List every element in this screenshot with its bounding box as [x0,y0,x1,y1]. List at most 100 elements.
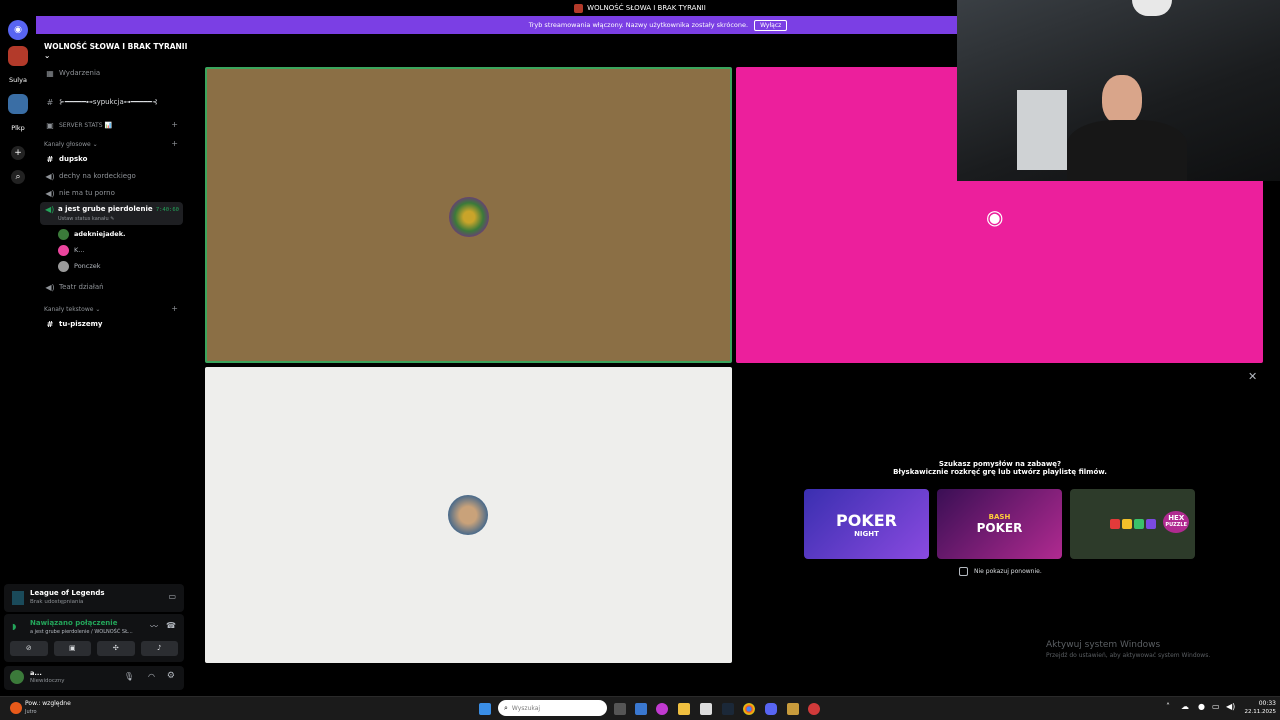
settings-gear-icon[interactable]: ⚙ [167,671,175,681]
channel-dupsko[interactable]: # dupsko [44,151,184,167]
activity-card-poker-night[interactable]: POKER NIGHT [804,489,929,559]
noise-suppression-icon[interactable]: 〰 [150,621,158,632]
copilot-icon[interactable] [635,703,647,715]
connection-detail[interactable]: a jest grube pierdolenie / WOLNOŚĆ SŁ... [30,629,133,635]
search-box[interactable]: ⌕ Wyszukaj [498,700,607,716]
voice-connection-panel: ◗ Nawiązano połączenie a jest grube pier… [4,614,184,662]
channel-sypukcja[interactable]: # ⊱━━━━━⊷sypukcja⊶━━━━━⊰ [44,94,184,110]
stage-icon: ◀) [45,282,55,292]
voice-member[interactable]: Ponczek [58,259,101,273]
weather-text[interactable]: Pow.: względne [25,700,71,707]
add-text-channel-icon[interactable]: + [171,304,178,313]
file-explorer-icon[interactable] [678,703,690,715]
voice-member[interactable]: K... [58,243,84,257]
server-icon-sulya[interactable] [8,46,28,66]
activities-icon[interactable]: ✣ [97,641,135,656]
riot-icon[interactable] [808,703,820,715]
soundboard-icon[interactable]: ♪ [140,641,178,656]
league-icon[interactable] [787,703,799,715]
game-icon [12,591,24,605]
discord-taskbar-icon[interactable] [765,703,777,715]
camera-off-icon[interactable]: ⊘ [10,641,48,656]
disable-streamer-button[interactable]: Wyłącz [754,19,788,31]
voice-category[interactable]: Kanały głosowe ⌄ [44,141,98,148]
avatar[interactable] [10,670,24,684]
dont-show-again[interactable]: Nie pokazuj ponownie. [959,567,1042,576]
task-view-icon[interactable] [614,703,626,715]
server-stats-category[interactable]: ▣ SERVER STATS 📊 [44,117,184,133]
chrome-icon[interactable] [743,703,755,715]
windows-taskbar: Pow.: względne Jutro ⌕ Wyszukaj ˄ ☁ ● ▭ … [0,696,1280,720]
explore-icon[interactable]: ⌕ [11,170,25,184]
signal-icon: ◗ [12,622,17,631]
voice-member[interactable]: adekniejadek. [58,227,126,241]
screen-share-icon[interactable]: ▣ [53,641,91,656]
banner-text: Tryb streamowania włączony. Nazwy użytko… [528,21,749,29]
activity-card-poker-bash[interactable]: BASH POKER [937,489,1062,559]
server-name-header[interactable]: WOLNOŚĆ SŁOWA I BRAK TYRANII ⌄ [44,42,188,60]
start-icon[interactable] [479,703,491,715]
ceiling-lamp [1132,0,1172,16]
stats-icon: ▣ [46,120,54,130]
channel-nie-ma-tu-porno[interactable]: ◀) nie ma tu porno [44,185,184,201]
weather-icon[interactable] [10,702,22,714]
steam-icon[interactable] [722,703,734,715]
clock-date[interactable]: 22.11.2025 [1234,709,1277,715]
display-icon[interactable]: ▭ [1212,702,1220,711]
store-icon[interactable] [700,703,712,715]
events-item[interactable]: ▦ Wydarzenia [44,65,184,81]
user-panel: a... Niewidoczny 🎙 ◠ ⚙ [4,666,184,690]
text-category[interactable]: Kanały tekstowe ⌄ [44,306,100,313]
checkbox-label: Nie pokazuj ponownie. [974,568,1042,575]
add-voice-channel-icon[interactable]: + [171,139,178,148]
rail-label-plkp: Plkp [11,124,25,132]
user-status: Niewidoczny [30,678,65,684]
video-tile-user1[interactable] [205,67,732,363]
channel-timer: 7:40:60 [155,207,179,213]
checkbox[interactable] [959,567,968,576]
search-input[interactable]: Wyszukaj [512,705,540,712]
speaker-icon: ◀) [45,171,55,181]
promo-line1: Szukasz pomysłów na zabawę? [938,460,1062,468]
clock-time[interactable]: 00:33 [1242,700,1276,707]
activity-card-hex-puzzle[interactable]: HEX PUZZLE [1070,489,1195,559]
add-server-icon[interactable]: + [11,146,25,160]
hash-icon: # [46,154,54,164]
avatar [58,228,69,240]
speaker-active-icon: ◀) [45,205,55,214]
stage-channel[interactable]: ◀) Teatr działań [44,279,184,295]
promo-line2: Błyskawicznie rozkręć grę lub utwórz pla… [893,468,1107,476]
voice-controls: ⊘ ▣ ✣ ♪ [10,641,178,656]
share-screen-icon[interactable]: ▭ [168,592,176,601]
hex-tiles [1109,519,1156,529]
hash-icon: # [46,97,54,107]
microphone-icon[interactable]: 🎙 [124,672,134,681]
speaker-icon: ◀) [45,188,55,198]
cloud-icon[interactable]: ☁ [1181,702,1189,711]
rail-label-sulya: Sulya [9,76,27,84]
channel-tu-piszemy[interactable]: # tu-piszemy [44,316,184,332]
video-tile-user3[interactable] [205,367,732,663]
chevron-up-icon[interactable]: ˄ [1166,702,1170,711]
window-title: WOLNOŚĆ SŁOWA I BRAK TYRANII [587,4,706,12]
channel-status[interactable]: Ustaw status kanału ✎ [58,216,114,222]
active-voice-channel[interactable]: ◀) a jest grube pierdolenie Ustaw status… [40,202,183,225]
mic-tray-icon[interactable]: ● [1198,702,1205,711]
discord-logo-icon: ◉ [986,205,1004,229]
add-channel-icon[interactable]: + [171,120,178,129]
disconnect-icon[interactable]: ☎ [166,621,176,630]
game-sub: Brak udostępniania [30,599,84,605]
avatar [449,197,489,237]
headphones-icon[interactable]: ◠ [148,672,155,681]
discord-home-icon[interactable]: ◉ [8,20,28,40]
close-icon[interactable]: ✕ [1248,370,1257,383]
webcam-overlay [957,0,1280,181]
wardrobe [1017,90,1067,170]
channel-dechy[interactable]: ◀) dechy na kordeckiego [44,168,184,184]
person-head [1102,75,1142,125]
person-body [1067,120,1187,181]
promo-heading: Szukasz pomysłów na zabawę? Błyskawiczni… [800,460,1200,476]
app-icon[interactable] [656,703,668,715]
server-icon-plkp[interactable] [8,94,28,114]
avatar [58,244,69,256]
